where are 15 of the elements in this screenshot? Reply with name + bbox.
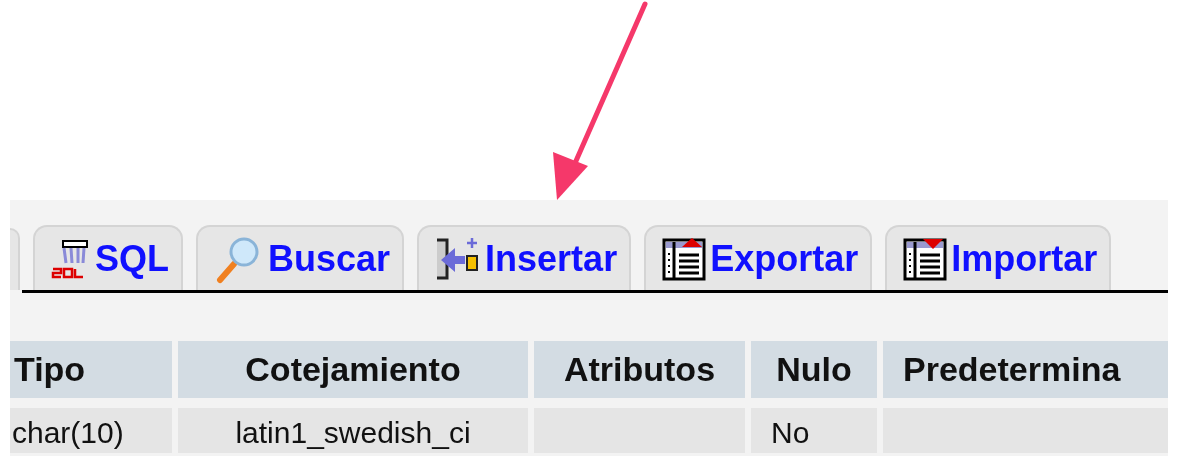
column-header[interactable]: Tipo xyxy=(10,341,172,398)
tab-edge[interactable] xyxy=(10,228,20,290)
table-cell: No xyxy=(751,408,877,453)
column-header[interactable]: Nulo xyxy=(751,341,877,398)
column-header[interactable]: Predetermina xyxy=(883,341,1168,398)
column-header[interactable]: Atributos xyxy=(534,341,745,398)
tab[interactable]: SQL xyxy=(33,225,183,290)
sql-icon xyxy=(51,238,91,279)
table-cell: char(10) xyxy=(10,408,172,453)
column-header[interactable]: Cotejamiento xyxy=(178,341,528,398)
tab[interactable]: Importar xyxy=(885,225,1112,290)
table-cell: latin1_swedish_ci xyxy=(178,408,528,453)
tab[interactable]: Exportar xyxy=(644,225,873,290)
tab[interactable]: Insertar xyxy=(417,225,632,290)
tab[interactable]: Buscar xyxy=(196,225,405,290)
